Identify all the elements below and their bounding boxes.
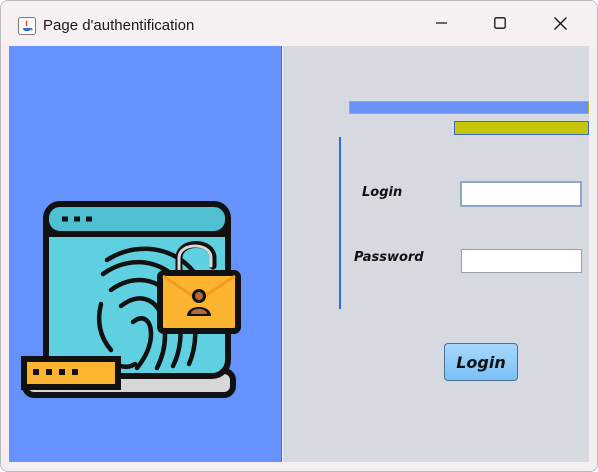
maximize-button[interactable] [471,1,529,45]
java-app-icon [18,17,36,35]
decorative-yellow-bar [454,121,589,135]
password-input[interactable] [461,249,582,273]
minimize-icon [436,22,447,24]
app-window: Page d'authentification Login Password L… [0,0,598,472]
fingerprint-laptop-lock-icon [21,201,241,398]
login-input[interactable] [460,181,582,207]
close-icon [553,16,567,30]
window-title: Page d'authentification [43,17,195,34]
password-label: Password [354,250,424,265]
maximize-icon [494,17,506,29]
form-divider [339,137,341,309]
illustration-panel [9,46,282,462]
login-button[interactable]: Login [444,343,518,381]
minimize-button[interactable] [413,1,471,45]
decorative-blue-bar [349,101,589,114]
close-button[interactable] [531,1,589,45]
login-form-panel: Login Password Login [283,46,589,462]
login-label: Login [362,185,403,200]
title-bar[interactable]: Page d'authentification [1,1,597,45]
